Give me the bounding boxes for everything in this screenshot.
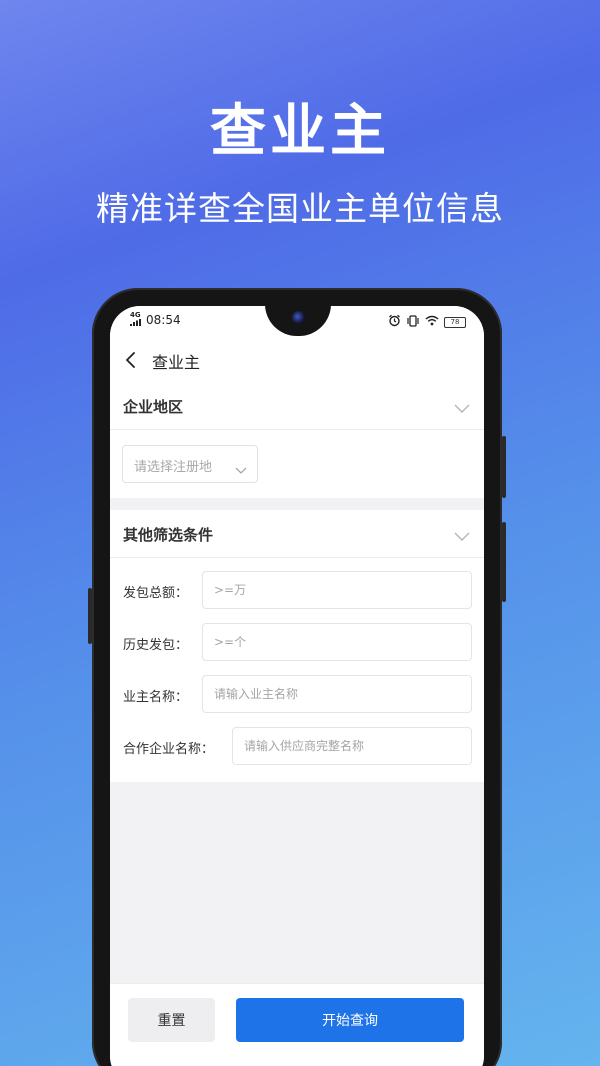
chevron-down-icon[interactable]	[454, 399, 470, 413]
bottom-action-bar: 重置 开始查询	[110, 983, 484, 1066]
wifi-icon	[425, 315, 439, 329]
hero-subtitle: 精准详查全国业主单位信息	[96, 189, 504, 228]
back-arrow-icon[interactable]	[121, 350, 141, 370]
phone-side-button	[502, 522, 506, 602]
vibrate-icon	[406, 314, 420, 330]
owner-name-input[interactable]	[202, 675, 472, 713]
field-label-contract-total: 发包总额：	[123, 586, 189, 601]
contract-total-input[interactable]	[202, 571, 472, 609]
nav-title: 查业主	[152, 353, 201, 372]
section-filters-header[interactable]: 其他筛选条件	[110, 510, 484, 558]
start-search-button[interactable]: 开始查询	[236, 998, 464, 1042]
hero-title: 查业主	[210, 99, 390, 164]
history-contracts-input[interactable]	[202, 623, 472, 661]
phone-screen: 4G 08:54 78 查业主 企业地区 请选择注册地 其他筛选条件 发包总额：…	[110, 306, 484, 1066]
field-label-owner-name: 业主名称：	[123, 690, 189, 705]
phone-side-button	[88, 588, 92, 644]
reset-button[interactable]: 重置	[128, 998, 215, 1042]
filter-form: 发包总额： 历史发包： 业主名称： 合作企业名称：	[110, 558, 484, 782]
phone-frame: 4G 08:54 78 查业主 企业地区 请选择注册地 其他筛选条件 发包总额：…	[88, 288, 506, 1066]
alarm-icon	[388, 314, 401, 330]
battery-icon: 78	[444, 316, 466, 328]
region-select-placeholder: 请选择注册地	[134, 460, 213, 475]
chevron-down-icon[interactable]	[454, 527, 470, 541]
front-camera	[292, 311, 306, 325]
section-region-header[interactable]: 企业地区	[110, 382, 484, 430]
phone-side-button	[502, 436, 506, 498]
section-title: 企业地区	[123, 398, 184, 416]
nav-bar: 查业主	[110, 338, 484, 382]
region-panel: 请选择注册地	[110, 430, 484, 498]
field-label-partner-name: 合作企业名称：	[123, 742, 215, 757]
status-time: 08:54	[146, 313, 181, 327]
section-title: 其他筛选条件	[123, 526, 214, 544]
field-label-history-contracts: 历史发包：	[123, 638, 189, 653]
region-select[interactable]: 请选择注册地	[122, 445, 258, 483]
partner-name-input[interactable]	[232, 727, 472, 765]
network-indicator: 4G	[130, 312, 142, 328]
chevron-down-icon	[235, 460, 247, 474]
